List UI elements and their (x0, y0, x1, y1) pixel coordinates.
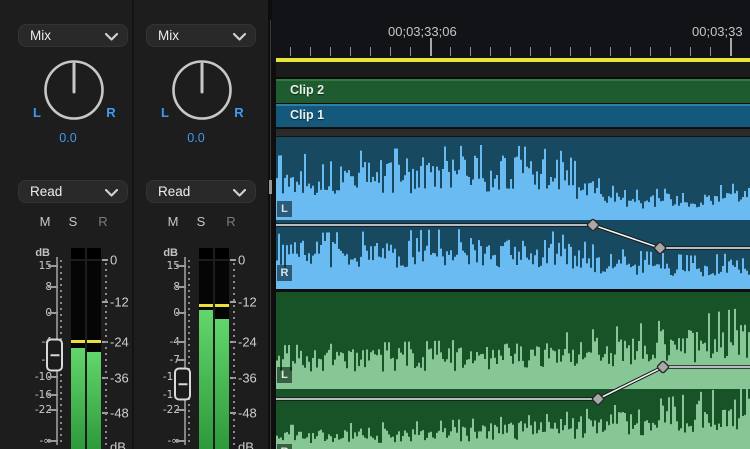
fader-tick (176, 341, 186, 343)
fader-tick (176, 409, 186, 411)
panel-splitter-line (270, 20, 271, 449)
waveform (276, 309, 750, 389)
chevron-down-icon (105, 189, 118, 197)
fader-scale-label: 15 (14, 260, 52, 272)
record-arm-button[interactable]: R (222, 214, 240, 229)
keyframe-handle[interactable] (587, 219, 600, 232)
fader-tick (48, 394, 58, 396)
peak-indicator-right (87, 340, 101, 343)
chevron-down-icon (105, 33, 118, 41)
meter-tick (230, 259, 236, 261)
meter-minor-ticks (233, 263, 235, 446)
waveform (276, 145, 750, 220)
channel-badge: R (277, 444, 292, 449)
meter-bar-right (87, 352, 101, 449)
output-assignment-dropdown[interactable]: Mix (18, 24, 128, 47)
output-dropdown-value: Mix (158, 28, 179, 43)
channel-badge: L (277, 367, 292, 383)
automation-mode-dropdown[interactable]: Read (146, 180, 256, 203)
fader-unit-label: dB (148, 247, 178, 259)
channel-badge: L (277, 201, 292, 217)
volume-fader-handle[interactable] (46, 339, 63, 372)
fader-tick (176, 286, 186, 288)
output-assignment-dropdown[interactable]: Mix (146, 24, 256, 47)
audio-mixer-app: Mix L R 0.0 Read M S R dB 15 8 0 (0, 0, 750, 449)
fader-tick (48, 286, 58, 288)
fader-scale-label: -7 (142, 354, 180, 366)
clip-indicator-left[interactable] (71, 248, 85, 259)
record-arm-button[interactable]: R (94, 214, 112, 229)
pan-right-label: R (230, 105, 248, 120)
channel-badge: R (277, 265, 292, 281)
pan-right-label: R (102, 105, 120, 120)
channel-strip-2: Mix L R 0.0 Read M S R dB 15 8 0 (134, 0, 262, 449)
automation-mode-value: Read (158, 184, 190, 199)
solo-button[interactable]: S (64, 214, 82, 229)
fader-scale-label: 0 (14, 307, 52, 319)
fader-scale-label: 8 (14, 281, 52, 293)
meter-bar-left (71, 348, 85, 449)
fader-scale-label: -∞ (142, 435, 180, 447)
meter-minor-ticks (105, 263, 107, 446)
fader-tick (48, 376, 58, 378)
mute-button[interactable]: M (36, 214, 54, 229)
fader-minor-ticks (188, 260, 190, 442)
track-mixer-panel: Mix L R 0.0 Read M S R dB 15 8 0 (0, 0, 268, 449)
keyframe-handle[interactable] (592, 393, 605, 406)
automation-line-outline (276, 225, 750, 248)
fader-handle-grip (50, 354, 59, 357)
fader-tick (48, 409, 58, 411)
chevron-down-icon (233, 33, 246, 41)
fader-scale-label: -22 (14, 404, 52, 416)
waveform (276, 229, 750, 289)
clip-indicator-left[interactable] (199, 248, 213, 259)
fader-tick (48, 265, 58, 267)
channel-strip-1: Mix L R 0.0 Read M S R dB 15 8 0 (6, 0, 134, 449)
timeline-panel: 00;03;33;06 00;03;33 Clip 2 Clip 1 L R L… (272, 0, 750, 449)
fader-scale-label: -∞ (14, 435, 52, 447)
keyframe-handle[interactable] (654, 242, 667, 255)
mute-button[interactable]: M (164, 214, 182, 229)
fader-tick (176, 359, 186, 361)
fader-tick (176, 440, 186, 442)
fader-scale-label: -22 (142, 404, 180, 416)
meter-bar-left (199, 310, 213, 449)
fader-tick (176, 312, 186, 314)
fader-scale-label: 0 (142, 307, 180, 319)
fader-tick (176, 265, 186, 267)
fader-scale-label: -10 (14, 371, 52, 383)
volume-automation-line[interactable] (276, 225, 750, 248)
peak-indicator-left (199, 304, 213, 307)
fader-scale-label: 8 (142, 281, 180, 293)
solo-button[interactable]: S (192, 214, 210, 229)
fader-scale-label: -4 (142, 336, 180, 348)
peak-indicator-right (215, 304, 229, 307)
pan-left-label: L (28, 105, 46, 120)
clip-indicator-right[interactable] (87, 248, 101, 259)
output-dropdown-value: Mix (30, 28, 51, 43)
pan-knob[interactable] (36, 52, 112, 128)
pan-value[interactable]: 0.0 (176, 131, 216, 145)
pan-knob[interactable] (164, 52, 240, 128)
pan-left-label: L (156, 105, 174, 120)
volume-fader-handle[interactable] (174, 368, 191, 401)
peak-indicator-left (71, 340, 85, 343)
automation-mode-dropdown[interactable]: Read (18, 180, 128, 203)
automation-mode-value: Read (30, 184, 62, 199)
fader-handle-grip (178, 383, 187, 386)
fader-unit-label: dB (20, 247, 50, 259)
chevron-down-icon (233, 189, 246, 197)
clip-indicator-right[interactable] (215, 248, 229, 259)
strip-divider (132, 0, 134, 449)
waveform (276, 384, 750, 449)
pan-value[interactable]: 0.0 (48, 131, 88, 145)
fader-scale-label: 15 (142, 260, 180, 272)
fader-tick (48, 312, 58, 314)
fader-scale-label: -16 (14, 389, 52, 401)
meter-bar-right (215, 319, 229, 449)
meter-tick (102, 259, 108, 261)
waveform-overlay (272, 0, 750, 449)
fader-tick (48, 440, 58, 442)
